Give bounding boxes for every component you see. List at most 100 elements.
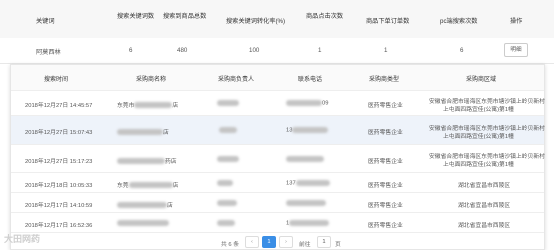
redacted-text [286, 100, 322, 106]
header-pc-search-count: pc端搜索次数 [440, 18, 478, 25]
cell-buyer-name: 东莞 店 [117, 180, 178, 189]
cell-search-time: 2018年12月27日 15:07:43 [25, 130, 93, 136]
pager-next-button[interactable]: › [279, 236, 293, 248]
cell-phone: 1 [286, 220, 330, 227]
cell-region-line2: 上屯面四路宜佳(公寓)第1幢 [443, 162, 514, 168]
redacted-text [217, 100, 239, 106]
redacted-text [217, 180, 233, 186]
cell-region-line2: 上屯面四路宜佳(公寓)第1幢 [443, 107, 514, 113]
cell-region-line2: 上屯面四路宜佳(公寓)第1幢 [443, 134, 514, 140]
cell-phone: 13 [286, 127, 329, 134]
buyer-name-suffix: 店 [172, 103, 179, 109]
cell-region-line1: 湖北省宜昌市西陵区 [458, 223, 511, 229]
cell-phone [286, 200, 326, 207]
header-keyword: 关键词 [36, 18, 55, 25]
cell-buyer-contact [217, 180, 233, 187]
cell-buyer-contact [217, 100, 239, 107]
redacted-text [117, 158, 165, 165]
watermark-logo: 大田网药 [4, 234, 41, 244]
cell-keyword-count: 6 [129, 47, 133, 54]
header-order-count: 商品下单订单数 [366, 18, 410, 25]
cell-buyer-name: 东莞市 店 [117, 100, 178, 109]
redacted-text [292, 127, 329, 133]
cell-search-time: 2018年12月27日 14:45:57 [25, 103, 93, 109]
cell-buyer-name: 店 [117, 127, 169, 136]
redacted-text [286, 156, 324, 162]
cell-orders: 1 [384, 47, 388, 54]
keyword-summary-table: 关键词 搜索关键词数 搜索到商品总数 搜索关键词转化率(%) 商品点击次数 商品… [0, 0, 554, 64]
summary-row: 阿莫西林 6 480 100 1 1 6 明细 [0, 38, 554, 64]
header-buyer-type: 采购商类型 [369, 77, 400, 83]
pager-total: 共 6 条 [221, 242, 240, 248]
detail-row: 2018年12月17日 14:10:59 店 医药零售企业 湖北省宜昌市西陵区 [11, 193, 544, 213]
cell-conversion: 100 [249, 47, 260, 54]
cell-buyer-name: 药店 [117, 156, 177, 165]
phone-prefix: 137 [286, 180, 296, 187]
cell-buyer-name: 店 [117, 200, 173, 209]
cell-phone: 09 [286, 100, 328, 107]
header-product-total: 搜索到商品总数 [163, 13, 207, 20]
pagination: 共 6 条 ‹ 1 › 前往 页 [11, 235, 544, 249]
header-buyer-name: 采购商名称 [136, 77, 167, 83]
cell-region-line1: 湖北省宜昌市西陵区 [458, 203, 511, 209]
cell-search-time: 2018年12月27日 15:17:23 [25, 159, 93, 165]
buyer-name-prefix: 东莞市 [117, 103, 135, 109]
search-detail-panel: 搜索时间 采购商名称 采购商负责人 联系电话 采购商类型 采购商区域 2018年… [10, 64, 545, 250]
pager-page-unit: 页 [335, 242, 341, 248]
header-phone: 联系电话 [298, 77, 323, 83]
summary-header-row: 关键词 搜索关键词数 搜索到商品总数 搜索关键词转化率(%) 商品点击次数 商品… [0, 0, 554, 38]
cell-buyer-contact [217, 220, 235, 227]
cell-phone [286, 156, 324, 163]
cell-phone: 137 [286, 180, 330, 187]
redacted-text [289, 220, 330, 226]
redacted-text [117, 202, 167, 209]
phone-suffix: 09 [322, 100, 329, 107]
redacted-text [217, 220, 235, 226]
cell-buyer-contact [219, 127, 237, 134]
cell-pc-searches: 6 [460, 47, 464, 54]
header-search-time: 搜索时间 [44, 77, 69, 83]
redacted-text [286, 200, 326, 206]
pager-page-1[interactable]: 1 [262, 236, 276, 248]
redacted-text [295, 180, 330, 186]
pager-prev-button[interactable]: ‹ [245, 236, 259, 248]
header-buyer-contact: 采购商负责人 [218, 77, 255, 83]
redacted-text [128, 182, 173, 189]
header-click-count: 商品点击次数 [306, 13, 344, 20]
redacted-text [117, 129, 163, 136]
cell-buyer-type: 医药零售企业 [368, 203, 403, 209]
buyer-name-suffix: 店 [172, 183, 179, 189]
pager-goto-label: 前往 [299, 242, 311, 248]
cell-search-time: 2018年12月17日 14:10:59 [25, 203, 93, 209]
detail-button[interactable]: 明细 [504, 43, 528, 57]
detail-row: 2018年12月27日 15:17:23 药店 医药零售企业 安徽省合肥市瑶海区… [11, 145, 545, 173]
redacted-text [117, 220, 169, 226]
buyer-name-suffix: 药店 [165, 159, 177, 165]
header-conversion-rate: 搜索关键词转化率(%) [226, 18, 286, 25]
cell-buyer-type: 医药零售企业 [368, 130, 403, 136]
cell-search-time: 2018年12月17日 16:52:36 [25, 223, 93, 229]
redacted-text [217, 200, 237, 206]
header-action: 操作 [510, 18, 523, 25]
cell-buyer-contact [217, 156, 239, 163]
cell-buyer-type: 医药零售企业 [368, 223, 403, 229]
redacted-text [134, 102, 173, 109]
cell-keyword: 阿莫西林 [36, 49, 61, 56]
cell-buyer-type: 医药零售企业 [368, 159, 403, 165]
cell-buyer-type: 医药零售企业 [368, 103, 403, 109]
cell-buyer-name [117, 220, 169, 227]
pager-goto-input[interactable] [317, 236, 331, 248]
cell-product-total: 480 [177, 47, 188, 54]
header-keyword-count: 搜索关键词数 [117, 13, 155, 20]
cell-search-time: 2018年12月18日 10:05:33 [25, 183, 93, 189]
cell-clicks: 1 [318, 47, 322, 54]
header-buyer-region: 采购商区域 [466, 77, 497, 83]
cell-buyer-type: 医药零售企业 [368, 183, 403, 189]
detail-row: 2018年12月18日 10:05:33 东莞 店 137 医药零售企业 湖北省宜… [11, 173, 544, 193]
buyer-name-prefix: 东莞 [117, 183, 129, 189]
buyer-name-suffix: 店 [167, 203, 173, 209]
detail-row: 2018年12月17日 16:52:36 1 医药零售企业 湖北省宜昌市西陵区 [11, 213, 544, 233]
redacted-text [217, 156, 239, 162]
redacted-text [219, 127, 237, 133]
detail-row: 2018年12月27日 15:07:43 店 13 医药零售企业 安徽省合肥市瑶… [11, 116, 545, 145]
